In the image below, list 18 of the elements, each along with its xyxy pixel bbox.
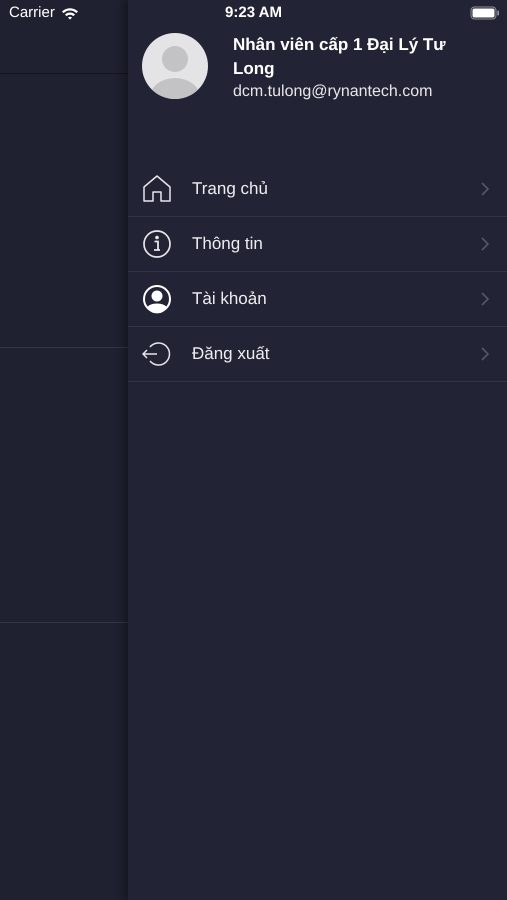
menu-item[interactable]: Trang chủ (128, 162, 507, 217)
menu-item[interactable]: Đăng xuất (128, 327, 507, 382)
wifi-icon (60, 6, 79, 20)
user-email: dcm.tulong@rynantech.com (233, 82, 434, 102)
home-icon (142, 174, 172, 204)
person-icon (142, 284, 172, 314)
info-icon (142, 229, 172, 259)
menu-item[interactable]: Thông tin (128, 217, 507, 272)
avatar (142, 33, 208, 99)
time-label: 9:23 AM (225, 2, 282, 23)
chevron-icon (481, 182, 489, 196)
user-name: Nhân viên cấp 1 Đại Lý Tư Long (233, 34, 447, 80)
chevron-icon (481, 347, 489, 361)
carrier-label: Carrier (9, 2, 55, 23)
chevron-icon (481, 237, 489, 251)
battery-icon (470, 6, 500, 20)
chevron-icon (481, 292, 489, 306)
menu-item[interactable]: Tài khoản (128, 272, 507, 327)
